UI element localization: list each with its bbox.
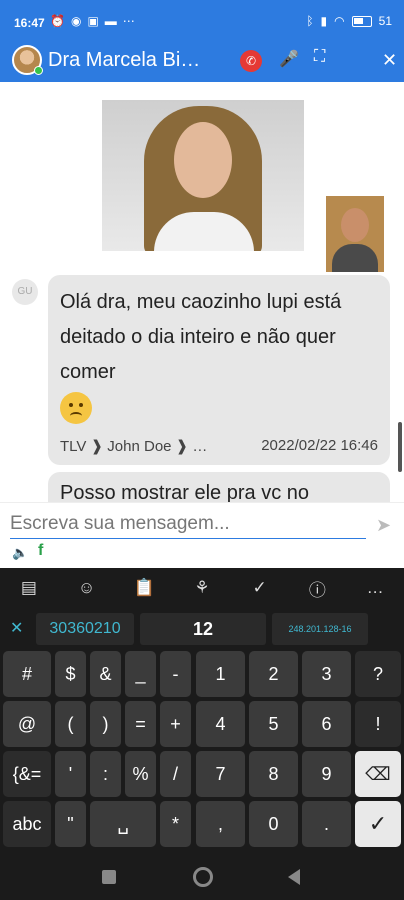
enter-check-icon[interactable]: ✓ xyxy=(355,801,401,847)
space-key[interactable]: ␣ xyxy=(90,801,156,847)
navigation-bar xyxy=(0,858,404,900)
abc-key[interactable]: abc xyxy=(3,801,51,847)
close-icon[interactable]: ✕ xyxy=(382,50,397,71)
facebook-icon[interactable]: f xyxy=(38,542,43,560)
alarm-icon: ⏰ xyxy=(50,14,65,28)
collapse-icon[interactable]: ✕ xyxy=(10,618,23,638)
gif-icon[interactable]: ▤ xyxy=(14,578,44,598)
symbols-toggle-key[interactable]: {&= xyxy=(3,751,51,797)
battery-level: 51 xyxy=(378,14,392,28)
more-icon[interactable]: … xyxy=(360,578,390,598)
composer: ➤ 🔈 f xyxy=(0,502,404,568)
key[interactable]: 0 xyxy=(249,801,298,847)
key[interactable]: $ xyxy=(55,651,86,697)
key[interactable]: " xyxy=(55,801,86,847)
translate-icon[interactable]: ⚘ xyxy=(187,578,217,598)
key[interactable]: 7 xyxy=(196,751,245,797)
key[interactable]: + xyxy=(160,701,191,747)
key[interactable]: ! xyxy=(355,701,401,747)
signal-icon: ▮ xyxy=(320,14,328,28)
message-input[interactable] xyxy=(10,509,366,539)
suggestion-center[interactable]: 12 xyxy=(140,613,266,645)
bluetooth-icon: ᛒ xyxy=(306,14,314,28)
sender-avatar: GU xyxy=(12,279,38,305)
suggestion-left[interactable]: 30360210 xyxy=(36,613,134,645)
key[interactable]: 6 xyxy=(302,701,351,747)
message-route: TLV ❱ John Doe ❱ … xyxy=(60,438,208,455)
status-right-icons: ᛒ ▮ ◠ 51 xyxy=(306,14,392,28)
message-bubble[interactable]: Posso mostrar ele pra vc no xyxy=(48,472,390,502)
key[interactable]: = xyxy=(125,701,156,747)
recents-icon[interactable] xyxy=(102,870,116,884)
key[interactable]: ) xyxy=(90,701,121,747)
backspace-icon[interactable]: ⌫ xyxy=(355,751,401,797)
key[interactable]: . xyxy=(302,801,351,847)
hangup-icon[interactable]: ✆ xyxy=(240,50,262,72)
cast-icon: ▬ xyxy=(104,14,117,28)
suggestion-right[interactable]: 248.201.128-16 xyxy=(272,613,368,645)
key[interactable]: 9 xyxy=(302,751,351,797)
key[interactable]: _ xyxy=(125,651,156,697)
back-icon[interactable] xyxy=(288,869,300,885)
speaker-icon[interactable]: 🔈 xyxy=(12,545,28,561)
key[interactable]: , xyxy=(196,801,245,847)
key[interactable]: ' xyxy=(55,751,86,797)
chat-scrollbar[interactable] xyxy=(398,422,402,472)
key[interactable]: / xyxy=(160,751,191,797)
key[interactable]: 4 xyxy=(196,701,245,747)
key[interactable]: 1 xyxy=(196,651,245,697)
expand-icon[interactable]: ⛶ xyxy=(314,48,325,66)
key[interactable]: % xyxy=(125,751,156,797)
sad-face-icon xyxy=(60,392,92,424)
key[interactable]: : xyxy=(90,751,121,797)
self-video[interactable] xyxy=(326,196,384,272)
battery-icon xyxy=(351,15,372,27)
online-status-icon xyxy=(34,66,43,75)
key[interactable]: 3 xyxy=(302,651,351,697)
key[interactable]: & xyxy=(90,651,121,697)
chat-area[interactable]: GU Olá dra, meu caozinho lupi está deita… xyxy=(0,82,404,502)
tv-icon: ▣ xyxy=(87,14,99,28)
sticker-icon[interactable]: ☺ xyxy=(72,578,102,598)
key[interactable]: ? xyxy=(355,651,401,697)
message-bubble[interactable]: Olá dra, meu caozinho lupi está deitado … xyxy=(48,275,390,465)
status-left-icons: ⏰ ◉ ▣ ▬ ⋯ xyxy=(50,14,135,28)
key[interactable]: 2 xyxy=(249,651,298,697)
status-bar: 16:47 ⏰ ◉ ▣ ▬ ⋯ ᛒ ▮ ◠ 51 xyxy=(0,0,404,44)
whatsapp-icon: ◉ xyxy=(70,14,82,28)
key[interactable]: * xyxy=(160,801,191,847)
keyboard: ▤ ☺ 📋 ⚘ ✓ ⓘ … ✕ 30360210 12 248.201.128-… xyxy=(0,568,404,858)
home-icon[interactable] xyxy=(193,867,213,887)
key[interactable]: 8 xyxy=(249,751,298,797)
key[interactable]: 5 xyxy=(249,701,298,747)
remote-video[interactable] xyxy=(102,100,304,251)
key[interactable]: # xyxy=(3,651,51,697)
key[interactable]: - xyxy=(160,651,191,697)
message-meta: TLV ❱ John Doe ❱ … 2022/02/22 16:46 xyxy=(60,437,378,455)
wifi-icon: ◠ xyxy=(334,14,345,28)
keyboard-toolbar: ▤ ☺ 📋 ⚘ ✓ ⓘ … xyxy=(0,568,404,608)
status-time: 16:47 xyxy=(14,16,45,30)
message-text: Olá dra, meu caozinho lupi está deitado … xyxy=(60,291,342,383)
mic-icon[interactable]: 🎤 xyxy=(279,49,299,69)
key[interactable]: ( xyxy=(55,701,86,747)
info-icon[interactable]: ⓘ xyxy=(302,576,332,601)
message-timestamp: 2022/02/22 16:46 xyxy=(261,437,378,454)
suggestion-bar: ✕ 30360210 12 248.201.128-16 xyxy=(0,610,404,646)
key[interactable]: @ xyxy=(3,701,51,747)
send-icon[interactable]: ➤ xyxy=(376,515,391,536)
call-header: Dra Marcela Bi… ✆ 🎤 ⛶ ✕ xyxy=(0,44,404,82)
contact-name[interactable]: Dra Marcela Bi… xyxy=(48,49,228,72)
check-icon[interactable]: ✓ xyxy=(245,578,275,598)
more-icon: ⋯ xyxy=(122,14,135,28)
clipboard-icon[interactable]: 📋 xyxy=(129,578,159,598)
